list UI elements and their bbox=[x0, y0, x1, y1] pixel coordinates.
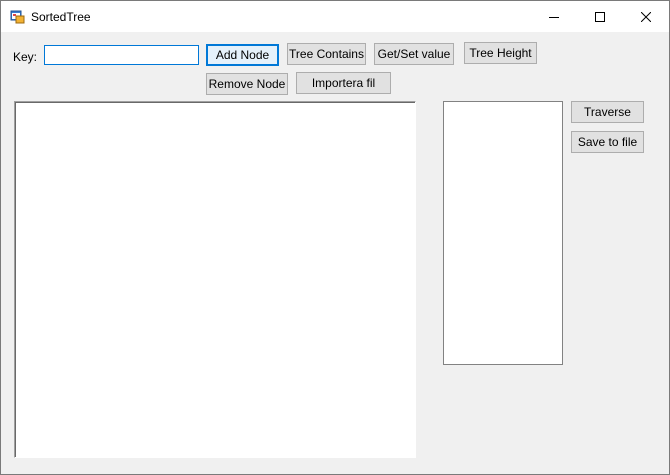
main-window: SortedTree Key: Add Node Tree Contains G… bbox=[0, 0, 670, 475]
importera-fil-button[interactable]: Importera fil bbox=[296, 72, 391, 94]
window-title: SortedTree bbox=[31, 10, 91, 24]
get-set-value-button[interactable]: Get/Set value bbox=[374, 43, 454, 65]
add-node-button[interactable]: Add Node bbox=[206, 44, 279, 66]
traverse-button[interactable]: Traverse bbox=[571, 101, 644, 123]
tree-view-panel[interactable] bbox=[14, 101, 416, 458]
close-button[interactable] bbox=[623, 1, 669, 32]
minimize-icon bbox=[549, 12, 559, 22]
tree-contains-button[interactable]: Tree Contains bbox=[287, 43, 366, 65]
remove-node-button[interactable]: Remove Node bbox=[206, 73, 288, 95]
title-bar[interactable]: SortedTree bbox=[1, 1, 669, 32]
form-client-area: Key: Add Node Tree Contains Get/Set valu… bbox=[1, 32, 669, 474]
maximize-icon bbox=[595, 11, 605, 22]
tree-height-button[interactable]: Tree Height bbox=[464, 42, 537, 64]
save-to-file-button[interactable]: Save to file bbox=[571, 131, 644, 153]
key-input[interactable] bbox=[44, 45, 199, 65]
minimize-button[interactable] bbox=[531, 1, 577, 32]
app-form-icon bbox=[10, 9, 26, 25]
maximize-button[interactable] bbox=[577, 1, 623, 32]
key-label: Key: bbox=[13, 50, 38, 64]
traverse-output-list[interactable] bbox=[443, 101, 563, 365]
close-icon bbox=[641, 11, 651, 22]
